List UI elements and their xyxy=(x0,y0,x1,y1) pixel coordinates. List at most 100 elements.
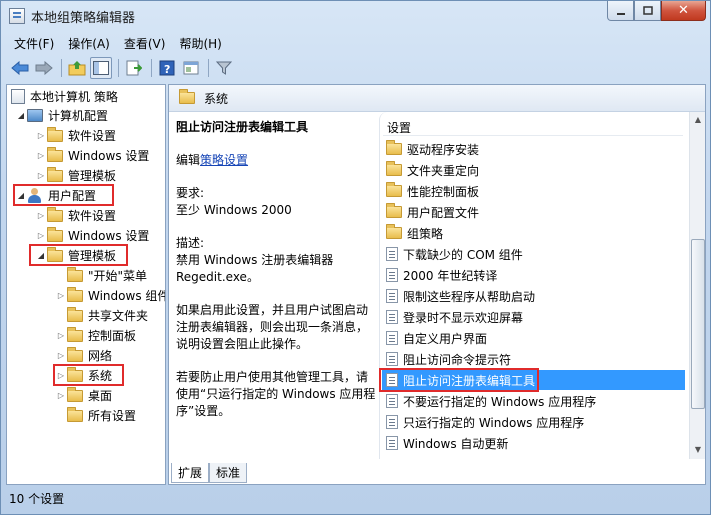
folder-icon xyxy=(179,89,195,104)
folder-icon xyxy=(386,203,402,218)
description-line: Regedit.exe。 xyxy=(176,270,259,284)
policy-setting-icon xyxy=(386,331,398,345)
policy-setting-icon xyxy=(386,436,398,450)
list-item[interactable]: 下载缺少的 COM 组件 xyxy=(382,244,685,264)
tree-start-menu[interactable]: "开始"菜单 xyxy=(55,266,147,285)
list-item[interactable]: 阻止访问命令提示符 xyxy=(382,349,685,369)
folder-icon xyxy=(67,286,83,302)
scroll-down-icon[interactable]: ▼ xyxy=(690,442,705,458)
policy-setting-icon xyxy=(386,394,398,408)
list-item[interactable]: 文件夹重定向 xyxy=(382,160,685,180)
tree-root-label: 本地计算机 策略 xyxy=(30,90,118,104)
collapse-arrow-icon[interactable]: ▷ xyxy=(35,211,47,220)
menu-file[interactable]: 文件(F) xyxy=(7,33,61,53)
minimize-icon xyxy=(616,12,625,15)
folder-icon xyxy=(386,161,402,176)
view-tabs: 扩展 标准 xyxy=(171,463,248,483)
tree-label: Windows 组件 xyxy=(88,289,166,303)
tree-cc-windows[interactable]: ▷ Windows 设置 xyxy=(35,146,149,165)
maximize-button[interactable] xyxy=(634,1,661,21)
collapse-arrow-icon[interactable]: ▷ xyxy=(55,291,67,300)
up-level-button[interactable] xyxy=(66,57,88,79)
folder-icon xyxy=(386,224,402,239)
tree-cc-admin[interactable]: ▷ 管理模板 xyxy=(35,166,116,185)
close-button[interactable]: ✕ xyxy=(661,1,706,21)
forward-arrow-icon xyxy=(35,61,53,75)
export-list-button[interactable] xyxy=(123,57,145,79)
list-item-label: 用户配置文件 xyxy=(407,205,480,220)
console-tree-icon xyxy=(93,61,109,75)
list-item[interactable]: 登录时不显示欢迎屏幕 xyxy=(382,307,685,327)
collapse-arrow-icon[interactable]: ▷ xyxy=(35,131,47,140)
tab-standard[interactable]: 标准 xyxy=(209,463,248,483)
pane-header: 系统 xyxy=(169,85,705,112)
tree-all-settings[interactable]: 所有设置 xyxy=(55,406,136,425)
scrollbar-thumb[interactable] xyxy=(691,239,705,409)
list-item[interactable]: 用户配置文件 xyxy=(382,202,685,222)
list-item[interactable]: 驱动程序安装 xyxy=(382,139,685,159)
collapse-arrow-icon[interactable]: ▷ xyxy=(35,171,47,180)
menu-help[interactable]: 帮助(H) xyxy=(172,33,228,53)
requirement-label: 要求: xyxy=(176,186,205,200)
scroll-up-icon[interactable]: ▲ xyxy=(690,112,705,128)
toolbar-separator xyxy=(208,59,209,77)
menu-view[interactable]: 查看(V) xyxy=(117,33,173,53)
tree-desktop[interactable]: ▷ 桌面 xyxy=(55,386,112,405)
tree-control-panel[interactable]: ▷ 控制面板 xyxy=(55,326,136,345)
collapse-arrow-icon[interactable]: ▷ xyxy=(35,151,47,160)
help-button[interactable]: ? xyxy=(156,57,178,79)
description-label: 描述: xyxy=(176,236,205,250)
svg-text:?: ? xyxy=(164,63,170,76)
collapse-arrow-icon[interactable]: ▷ xyxy=(55,391,67,400)
list-item[interactable]: 限制这些程序从帮助启动 xyxy=(382,286,685,306)
menu-bar: 文件(F) 操作(A) 查看(V) 帮助(H) xyxy=(7,33,229,53)
policy-setting-icon xyxy=(386,289,398,303)
list-item[interactable]: 性能控制面板 xyxy=(382,181,685,201)
menu-action[interactable]: 操作(A) xyxy=(61,33,117,53)
collapse-arrow-icon[interactable]: ▷ xyxy=(35,231,47,240)
tree-cc-software[interactable]: ▷ 软件设置 xyxy=(35,126,116,145)
minimize-button[interactable] xyxy=(607,1,634,21)
tree-computer-config[interactable]: ◢ 计算机配置 xyxy=(15,106,108,125)
annotation-highlight-box xyxy=(29,244,128,266)
tree-uc-windows[interactable]: ▷ Windows 设置 xyxy=(35,226,149,245)
forward-button[interactable] xyxy=(33,57,55,79)
tree-label: 所有设置 xyxy=(88,409,137,423)
window-title: 本地组策略编辑器 xyxy=(31,11,136,26)
tree-uc-software[interactable]: ▷ 软件设置 xyxy=(35,206,116,225)
vertical-scrollbar[interactable]: ▲ ▼ xyxy=(689,112,705,459)
tree-windows-components[interactable]: ▷ Windows 组件 xyxy=(55,286,166,305)
list-item[interactable]: Windows 自动更新 xyxy=(382,433,685,453)
toolbar-separator xyxy=(61,59,62,77)
properties-button[interactable] xyxy=(180,57,202,79)
toolbar-separator xyxy=(151,59,152,77)
folder-icon xyxy=(386,182,402,197)
back-button[interactable] xyxy=(9,57,31,79)
tree-root[interactable]: 本地计算机 策略 xyxy=(11,87,118,106)
filter-button[interactable] xyxy=(213,57,235,79)
tree-shared-folders[interactable]: 共享文件夹 xyxy=(55,306,148,325)
list-item[interactable]: 组策略 xyxy=(382,223,685,243)
edit-policy-link[interactable]: 策略设置 xyxy=(200,153,248,167)
show-tree-button[interactable] xyxy=(90,57,112,79)
list-item[interactable]: 只运行指定的 Windows 应用程序 xyxy=(382,412,685,432)
list-item-label: 登录时不显示欢迎屏幕 xyxy=(403,310,524,325)
tree-network[interactable]: ▷ 网络 xyxy=(55,346,112,365)
collapse-arrow-icon[interactable]: ▷ xyxy=(55,351,67,360)
settings-list: 设置 驱动程序安装文件夹重定向性能控制面板用户配置文件组策略 下载缺少的 COM … xyxy=(379,112,705,459)
computer-icon xyxy=(27,109,43,122)
expand-arrow-icon[interactable]: ◢ xyxy=(15,111,27,120)
tree-label: 网络 xyxy=(88,349,113,363)
description-paragraph: 如果启用此设置，并且用户试图启动注册表编辑器，则会出现一条消息，说明设置会阻止此… xyxy=(176,303,369,351)
column-header-setting[interactable]: 设置 xyxy=(383,116,683,136)
list-item[interactable]: 2000 年世纪转译 xyxy=(382,265,685,285)
tab-extended[interactable]: 扩展 xyxy=(171,463,210,483)
folder-icon xyxy=(67,266,83,282)
description-line: 禁用 Windows 注册表编辑器 xyxy=(176,253,334,267)
list-item-label: 不要运行指定的 Windows 应用程序 xyxy=(403,394,597,409)
list-item-label: 文件夹重定向 xyxy=(407,163,480,178)
list-item[interactable]: 不要运行指定的 Windows 应用程序 xyxy=(382,391,685,411)
title-bar[interactable]: 本地组策略编辑器 ✕ xyxy=(1,1,710,31)
list-item[interactable]: 自定义用户界面 xyxy=(382,328,685,348)
collapse-arrow-icon[interactable]: ▷ xyxy=(55,331,67,340)
